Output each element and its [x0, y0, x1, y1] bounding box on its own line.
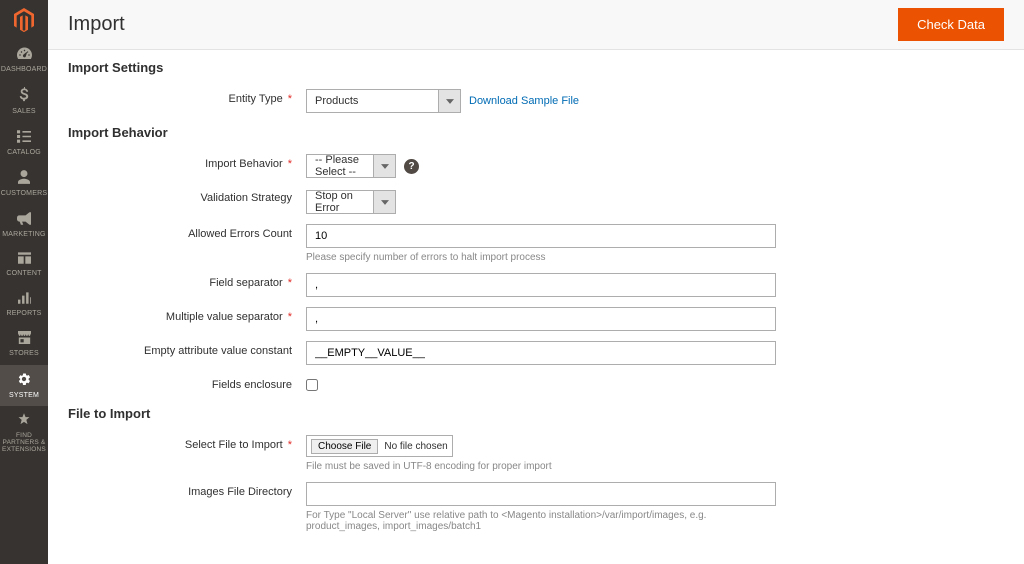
empty-attribute-label: Empty attribute value constant	[144, 345, 292, 357]
nav-marketing[interactable]: MARKETING	[0, 205, 48, 245]
nav-partners[interactable]: FIND PARTNERS & EXTENSIONS	[0, 406, 48, 460]
file-status-text: No file chosen	[384, 441, 447, 452]
field-separator-label: Field separator	[209, 277, 282, 289]
section-title: File to Import	[68, 406, 1004, 421]
empty-attribute-input[interactable]	[306, 341, 776, 365]
nav-catalog[interactable]: CATALOG	[0, 123, 48, 163]
fields-enclosure-label: Fields enclosure	[212, 379, 292, 391]
nav-label: CONTENT	[6, 270, 41, 278]
nav-reports[interactable]: REPORTS	[0, 285, 48, 324]
main-content: Import Check Data Import Settings Entity…	[48, 0, 1024, 564]
nav-label: CUSTOMERS	[1, 190, 47, 198]
select-value: Products	[307, 95, 438, 107]
nav-label: DASHBOARD	[1, 66, 47, 74]
sidebar: DASHBOARD SALES CATALOG CUSTOMERS MARKET…	[0, 0, 48, 564]
section-title: Import Behavior	[68, 125, 1004, 140]
required-indicator: *	[288, 93, 292, 105]
import-behavior-select[interactable]: -- Please Select --	[306, 154, 396, 178]
chevron-down-icon	[438, 90, 460, 112]
choose-file-button[interactable]: Choose File	[311, 439, 378, 454]
gear-icon	[17, 372, 31, 389]
select-value: Stop on Error	[307, 190, 373, 214]
nav-label: STORES	[9, 350, 39, 358]
images-dir-input[interactable]	[306, 482, 776, 506]
content-icon	[18, 252, 31, 267]
nav-customers[interactable]: CUSTOMERS	[0, 163, 48, 204]
multi-value-separator-label: Multiple value separator	[166, 311, 283, 323]
allowed-errors-note: Please specify number of errors to halt …	[306, 252, 776, 263]
person-icon	[18, 170, 30, 187]
entity-type-select[interactable]: Products	[306, 89, 461, 113]
chevron-down-icon	[373, 191, 395, 213]
nav-label: REPORTS	[6, 310, 41, 318]
required-indicator: *	[288, 158, 292, 170]
megaphone-icon	[17, 212, 31, 228]
section-import-settings: Import Settings Entity Type * Products D…	[68, 60, 1004, 113]
download-sample-link[interactable]: Download Sample File	[469, 95, 579, 107]
fields-enclosure-checkbox[interactable]	[306, 379, 318, 391]
dashboard-icon	[17, 47, 32, 63]
nav-label: SYSTEM	[9, 392, 39, 400]
page-header: Import Check Data	[48, 0, 1024, 50]
section-import-behavior: Import Behavior Import Behavior * -- Ple…	[68, 125, 1004, 394]
nav-content[interactable]: CONTENT	[0, 245, 48, 284]
section-file-to-import: File to Import Select File to Import * C…	[68, 406, 1004, 532]
section-title: Import Settings	[68, 60, 1004, 75]
chevron-down-icon	[373, 155, 395, 177]
nav-label: CATALOG	[7, 149, 41, 157]
stores-icon	[18, 331, 31, 347]
file-input-wrapper: Choose File No file chosen	[306, 435, 453, 457]
entity-type-label: Entity Type	[229, 93, 283, 105]
magento-logo-icon	[14, 8, 34, 32]
required-indicator: *	[288, 439, 292, 451]
allowed-errors-label: Allowed Errors Count	[188, 228, 292, 240]
select-file-label: Select File to Import	[185, 439, 283, 451]
field-separator-input[interactable]	[306, 273, 776, 297]
nav-sales[interactable]: SALES	[0, 80, 48, 122]
nav-label: SALES	[12, 108, 36, 116]
page-title: Import	[68, 13, 125, 36]
nav-label: FIND PARTNERS & EXTENSIONS	[2, 432, 46, 453]
required-indicator: *	[288, 311, 292, 323]
allowed-errors-input[interactable]	[306, 224, 776, 248]
validation-strategy-label: Validation Strategy	[200, 192, 292, 204]
catalog-icon	[17, 130, 31, 146]
images-dir-label: Images File Directory	[188, 486, 292, 498]
dollar-icon	[19, 87, 29, 105]
nav-system[interactable]: SYSTEM	[0, 365, 48, 406]
nav-stores[interactable]: STORES	[0, 324, 48, 364]
magento-logo[interactable]	[0, 0, 48, 40]
validation-strategy-select[interactable]: Stop on Error	[306, 190, 396, 214]
help-icon[interactable]: ?	[404, 159, 419, 174]
reports-icon	[18, 292, 31, 307]
nav-dashboard[interactable]: DASHBOARD	[0, 40, 48, 80]
check-data-button[interactable]: Check Data	[898, 8, 1004, 41]
select-value: -- Please Select --	[307, 154, 373, 178]
nav-label: MARKETING	[2, 231, 45, 239]
multi-value-separator-input[interactable]	[306, 307, 776, 331]
partners-icon	[17, 413, 31, 429]
import-behavior-label: Import Behavior	[205, 158, 283, 170]
required-indicator: *	[288, 277, 292, 289]
images-dir-note: For Type "Local Server" use relative pat…	[306, 510, 776, 532]
file-note: File must be saved in UTF-8 encoding for…	[306, 461, 776, 472]
